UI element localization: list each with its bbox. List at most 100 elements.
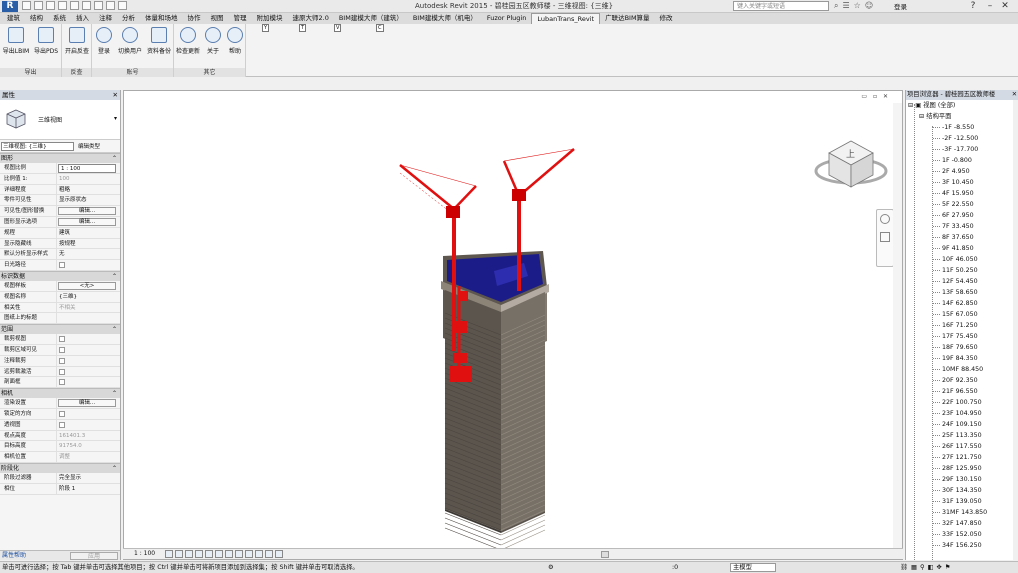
- checkbox[interactable]: [59, 368, 65, 375]
- tab-14[interactable]: Fuzor Plugin: [482, 13, 532, 24]
- level-item[interactable]: 22F 100.750: [906, 397, 1018, 408]
- tab-4[interactable]: 注释: [94, 13, 117, 24]
- property-value[interactable]: 无: [57, 249, 120, 259]
- property-value[interactable]: [57, 345, 120, 355]
- property-section[interactable]: 标识数据 ⌃: [0, 270, 120, 281]
- property-value[interactable]: [57, 334, 120, 344]
- level-item[interactable]: 16F 71.250: [906, 320, 1018, 331]
- level-item[interactable]: 13F 58.650: [906, 287, 1018, 298]
- tab-9[interactable]: 管理: [229, 13, 252, 24]
- detail-level-icon[interactable]: [165, 550, 173, 558]
- level-item[interactable]: -2F -12.500: [906, 133, 1018, 144]
- level-item[interactable]: -1F -8.550: [906, 122, 1018, 133]
- tab-13[interactable]: BIM建模大师（机电）: [408, 13, 482, 24]
- property-value[interactable]: [57, 377, 120, 387]
- navigation-bar[interactable]: [876, 209, 894, 267]
- tab-12[interactable]: BIM建模大师（建筑）: [334, 13, 408, 24]
- zoom-icon[interactable]: [880, 232, 890, 242]
- tab-0[interactable]: 建筑: [2, 13, 25, 24]
- edit-button[interactable]: <无>: [58, 281, 116, 290]
- level-item[interactable]: 5F 22.550: [906, 199, 1018, 210]
- search-input[interactable]: 键入关键字或短语: [733, 1, 829, 11]
- select-underlay-icon[interactable]: ▦: [911, 562, 917, 573]
- tab-2[interactable]: 系统: [48, 13, 71, 24]
- search-icon[interactable]: ⌕: [834, 1, 838, 11]
- property-value[interactable]: {三维}: [57, 292, 120, 302]
- tab-17[interactable]: 修改: [655, 13, 678, 24]
- edit-button[interactable]: 编辑...: [58, 399, 116, 408]
- level-item[interactable]: 23F 104.950: [906, 408, 1018, 419]
- render-icon[interactable]: [205, 550, 213, 558]
- tab-16[interactable]: 广联达BIM算量: [600, 13, 654, 24]
- subscription-icon[interactable]: ☰: [842, 1, 849, 11]
- property-section[interactable]: 范围 ⌃: [0, 324, 120, 335]
- steering-wheel-icon[interactable]: [880, 214, 890, 224]
- tab-11[interactable]: 速原大师2.0: [288, 13, 334, 24]
- viewcube[interactable]: 上: [814, 140, 888, 188]
- level-item[interactable]: 21F 96.550: [906, 386, 1018, 397]
- workset-icon[interactable]: ⚙: [548, 562, 554, 573]
- section-icon[interactable]: [118, 1, 127, 10]
- analytical-model-icon[interactable]: [275, 550, 283, 558]
- level-item[interactable]: 7F 33.450: [906, 221, 1018, 232]
- model-canvas[interactable]: 上: [124, 91, 904, 561]
- level-item[interactable]: 1F -0.800: [906, 155, 1018, 166]
- level-item[interactable]: 6F 27.950: [906, 210, 1018, 221]
- active-model-dropdown[interactable]: 主模型: [730, 563, 776, 572]
- property-value[interactable]: [57, 356, 120, 366]
- value-input[interactable]: 1 : 100: [58, 164, 116, 173]
- redo-icon[interactable]: [58, 1, 67, 10]
- level-item[interactable]: -3F -17.700: [906, 144, 1018, 155]
- level-item[interactable]: 29F 130.150: [906, 474, 1018, 485]
- property-value[interactable]: [57, 420, 120, 430]
- level-item[interactable]: 28F 125.950: [906, 463, 1018, 474]
- lock-view-icon[interactable]: [235, 550, 243, 558]
- close-icon[interactable]: ✕: [113, 90, 118, 100]
- select-links-icon[interactable]: ⛓: [900, 562, 908, 573]
- property-section[interactable]: 图形 ⌃: [0, 153, 120, 163]
- apply-button[interactable]: 应用: [70, 552, 118, 560]
- login-link[interactable]: 登录: [894, 1, 907, 11]
- communication-icon[interactable]: ☆: [854, 1, 861, 11]
- property-value[interactable]: [57, 409, 120, 419]
- shadows-icon[interactable]: [195, 550, 203, 558]
- property-section[interactable]: 相机 ⌃: [0, 388, 120, 399]
- select-pinned-icon[interactable]: ⚲: [920, 562, 925, 573]
- checkbox[interactable]: [59, 421, 65, 428]
- vertical-scrollbar[interactable]: [893, 103, 902, 553]
- measure-icon[interactable]: [82, 1, 91, 10]
- temporary-template-icon[interactable]: [265, 550, 273, 558]
- text-icon[interactable]: [94, 1, 103, 10]
- property-value[interactable]: 阶段 1: [57, 484, 120, 494]
- open-icon[interactable]: [22, 1, 31, 10]
- drag-icon[interactable]: ✥: [937, 562, 942, 573]
- level-item[interactable]: 10MF 88.450: [906, 364, 1018, 375]
- property-value[interactable]: [57, 313, 120, 323]
- level-item[interactable]: 19F 84.350: [906, 353, 1018, 364]
- checkbox[interactable]: [59, 379, 65, 386]
- property-value[interactable]: 编辑...: [57, 206, 120, 216]
- property-value[interactable]: 显示原状态: [57, 195, 120, 205]
- tab-10[interactable]: 附加模块: [252, 13, 288, 24]
- sun-path-icon[interactable]: [185, 550, 193, 558]
- property-value[interactable]: 按规程: [57, 239, 120, 249]
- 3d-view-icon[interactable]: [106, 1, 115, 10]
- hide-isolate-icon[interactable]: [245, 550, 253, 558]
- property-value[interactable]: [57, 367, 120, 377]
- level-item[interactable]: 15F 67.050: [906, 309, 1018, 320]
- help-button[interactable]: ?: [965, 0, 981, 12]
- level-item[interactable]: 27F 121.750: [906, 452, 1018, 463]
- horizontal-scroll-thumb[interactable]: [601, 551, 609, 558]
- level-item[interactable]: 18F 79.650: [906, 342, 1018, 353]
- level-item[interactable]: 9F 41.850: [906, 243, 1018, 254]
- level-item[interactable]: 10F 46.050: [906, 254, 1018, 265]
- visual-style-icon[interactable]: [175, 550, 183, 558]
- reveal-hidden-icon[interactable]: [255, 550, 263, 558]
- property-value[interactable]: [57, 260, 120, 270]
- level-item[interactable]: 8F 37.650: [906, 232, 1018, 243]
- checkbox[interactable]: [59, 346, 65, 353]
- level-item[interactable]: 25F 113.350: [906, 430, 1018, 441]
- level-item[interactable]: 3F 10.450: [906, 177, 1018, 188]
- level-item[interactable]: 20F 92.350: [906, 375, 1018, 386]
- tree-group[interactable]: ⊟ 结构平面: [906, 111, 1018, 122]
